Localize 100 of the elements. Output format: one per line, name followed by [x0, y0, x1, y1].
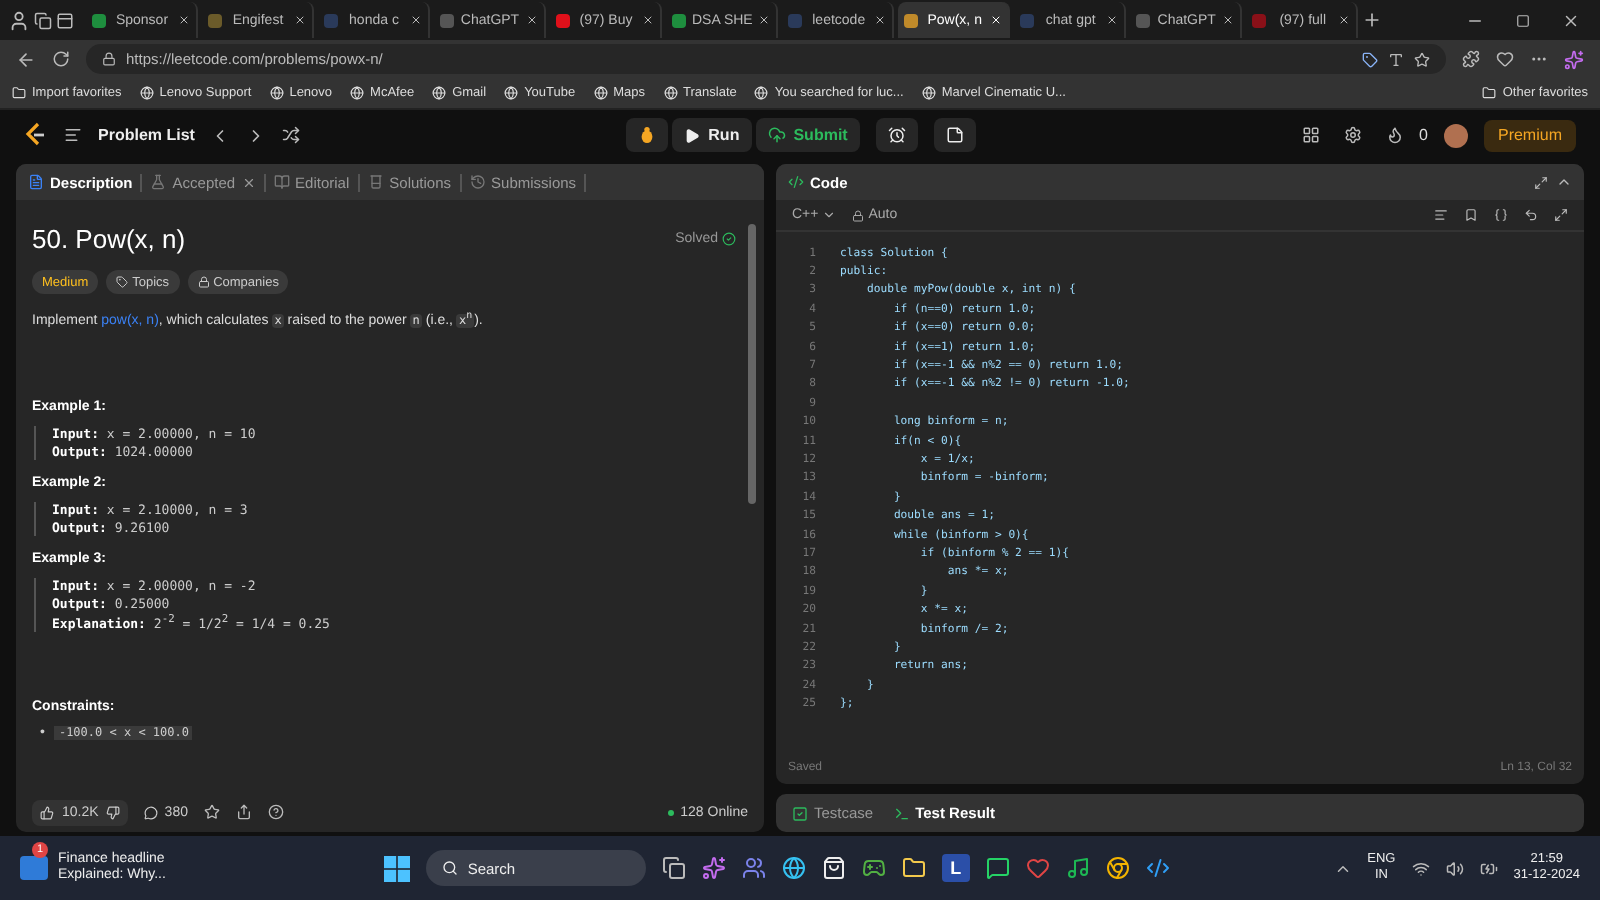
premium-button[interactable]: Premium	[1483, 119, 1576, 151]
checkbox-icon	[792, 805, 808, 821]
tab-icon	[273, 174, 290, 190]
globe-icon	[350, 86, 365, 100]
format-icon[interactable]	[1434, 208, 1448, 222]
wifi-icon[interactable]	[1411, 859, 1430, 877]
shuffle-icon[interactable]	[282, 126, 301, 144]
shopping-bag-icon[interactable]	[821, 856, 846, 880]
chat-icon[interactable]	[985, 856, 1010, 880]
heart-icon[interactable]	[1025, 856, 1050, 880]
folder-icon	[1482, 86, 1497, 100]
chrome-icon[interactable]	[1105, 856, 1130, 880]
bug-icon	[638, 126, 657, 144]
close-icon[interactable]	[1106, 14, 1119, 26]
lock-icon	[852, 209, 865, 221]
tag-icon[interactable]	[1362, 51, 1378, 67]
tab-actions-icon[interactable]	[56, 11, 74, 29]
tab-icon	[367, 174, 384, 190]
lock-icon	[102, 52, 116, 66]
star-icon[interactable]	[203, 804, 220, 820]
folder-icon	[12, 86, 26, 100]
chevron-down-icon	[822, 208, 837, 222]
bookmark-icon[interactable]	[1464, 208, 1478, 222]
problem-list-link[interactable]: Problem List	[98, 126, 195, 144]
thumbs-down-icon[interactable]	[106, 805, 121, 819]
gamepad-icon[interactable]	[861, 856, 886, 880]
close-icon[interactable]	[1338, 14, 1351, 26]
sparkle-icon[interactable]	[701, 856, 726, 880]
avatar[interactable]	[1443, 123, 1468, 147]
globe-icon	[921, 86, 936, 100]
music-icon[interactable]	[1065, 856, 1090, 880]
globe-icon[interactable]	[781, 856, 806, 880]
favorites-icon[interactable]	[1496, 50, 1514, 68]
close-icon[interactable]	[642, 14, 654, 26]
tab-icon	[28, 174, 44, 190]
folder-icon[interactable]	[901, 856, 926, 880]
cloud-upload-icon	[767, 126, 786, 144]
copilot-icon[interactable]	[1564, 49, 1584, 69]
list-icon[interactable]	[64, 126, 82, 144]
star-icon[interactable]	[1414, 51, 1430, 67]
undo-icon[interactable]	[1524, 208, 1538, 222]
run-button[interactable]: Run	[672, 118, 752, 152]
tag-icon	[116, 276, 129, 288]
extensions-icon[interactable]	[1462, 50, 1480, 68]
brand-logo-icon[interactable]	[24, 122, 48, 148]
alarm-clock-icon	[887, 126, 906, 144]
app-tile[interactable]: L	[941, 854, 970, 882]
close-icon[interactable]	[1562, 11, 1580, 29]
help-icon[interactable]	[267, 804, 284, 820]
task-view-icon[interactable]	[661, 856, 686, 880]
collapse-icon[interactable]	[1556, 174, 1572, 190]
refresh-icon[interactable]	[52, 50, 70, 68]
settings-icon[interactable]	[1343, 126, 1362, 144]
people-icon[interactable]	[741, 856, 766, 880]
streak-count: 0	[1419, 126, 1428, 144]
alarm-button[interactable]	[875, 118, 918, 152]
close-icon[interactable]	[526, 14, 538, 26]
comment-icon	[144, 805, 159, 819]
globe-icon	[504, 86, 519, 100]
globe-icon	[269, 86, 284, 100]
submit-button[interactable]: Submit	[755, 118, 860, 152]
code-icon[interactable]	[1145, 856, 1170, 880]
fullscreen-icon[interactable]	[1554, 208, 1568, 222]
notes-button[interactable]	[933, 118, 976, 152]
close-icon[interactable]	[758, 14, 771, 26]
workspaces-icon[interactable]	[34, 11, 52, 29]
globe-icon	[593, 86, 608, 100]
close-icon[interactable]	[1222, 14, 1235, 26]
terminal-icon	[893, 805, 910, 821]
read-aloud-icon[interactable]	[1388, 51, 1404, 67]
battery-icon[interactable]	[1479, 859, 1498, 877]
close-icon[interactable]	[409, 14, 422, 26]
debug-button[interactable]	[626, 118, 669, 152]
close-icon[interactable]	[874, 14, 887, 26]
back-icon[interactable]	[16, 49, 36, 69]
layout-icon[interactable]	[1301, 126, 1320, 144]
globe-icon	[139, 86, 154, 100]
note-icon	[945, 126, 964, 144]
globe-icon	[754, 86, 769, 100]
share-icon[interactable]	[235, 804, 252, 820]
tab-icon	[150, 174, 167, 190]
flame-icon	[1385, 126, 1404, 144]
globe-icon	[432, 86, 447, 100]
new-tab-icon[interactable]	[1362, 10, 1383, 30]
close-icon[interactable]	[293, 14, 306, 26]
windows-logo-icon[interactable]	[383, 855, 410, 881]
search-icon	[441, 860, 458, 876]
code-icon	[788, 174, 804, 190]
play-icon	[684, 127, 701, 143]
globe-icon	[663, 86, 678, 100]
problem-title: 50. Pow(x, n)	[32, 224, 186, 254]
braces-icon[interactable]	[1494, 208, 1508, 222]
close-icon[interactable]	[177, 14, 190, 26]
expand-icon[interactable]	[1534, 175, 1548, 189]
maximize-icon[interactable]	[1516, 13, 1530, 27]
volume-icon[interactable]	[1445, 859, 1464, 877]
profile-icon[interactable]	[8, 9, 30, 31]
lock-icon	[197, 276, 210, 288]
check-circle-icon	[722, 232, 736, 246]
thumbs-up-icon	[40, 805, 54, 819]
